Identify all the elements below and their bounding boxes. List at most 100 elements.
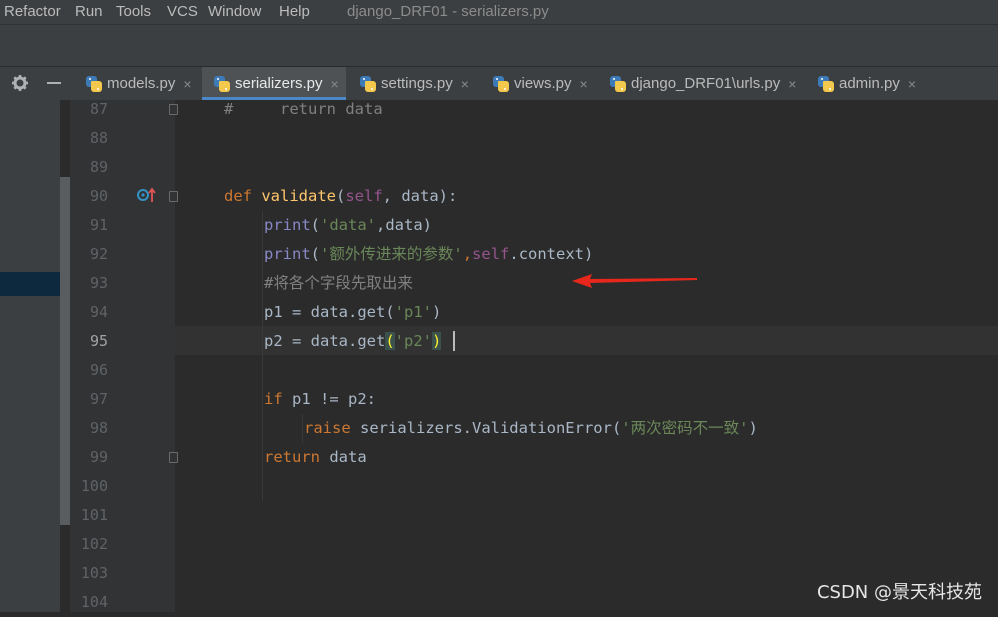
line-number-current: 95	[89, 332, 108, 350]
tab-label: django_DRF01\urls.py	[631, 75, 781, 92]
close-icon[interactable]: ×	[461, 76, 469, 92]
code-text: ,data)	[376, 216, 433, 234]
keyword-token: if	[264, 390, 283, 408]
code-text: data	[320, 448, 367, 466]
self-token: self	[472, 245, 510, 263]
line-number: 101	[80, 506, 108, 524]
string-token: 'data'	[320, 216, 377, 234]
gear-icon[interactable]	[9, 72, 31, 94]
line-number: 103	[80, 564, 108, 582]
python-file-icon	[86, 75, 102, 92]
comment-token: #将各个字段先取出来	[264, 274, 413, 292]
tab-urls[interactable]: django_DRF01\urls.py ×	[610, 67, 806, 100]
code-line-94[interactable]: p1 = data.get('p1')	[264, 298, 441, 327]
code-line-90[interactable]: def validate(self, data):	[224, 182, 457, 211]
string-token: '额外传进来的参数'	[320, 245, 463, 263]
code-line-97[interactable]: if p1 != p2:	[264, 385, 376, 414]
toolbar	[0, 24, 998, 66]
tab-admin[interactable]: admin.py ×	[818, 67, 936, 100]
line-number: 87	[89, 100, 108, 118]
code-text: p2 = data.get	[264, 332, 386, 350]
comment-token: return data	[233, 100, 383, 118]
paren-token: (	[310, 216, 321, 234]
line-number: 88	[89, 129, 108, 147]
line-number: 104	[80, 593, 108, 611]
line-number: 90	[89, 187, 108, 205]
string-token: 'p1'	[394, 303, 432, 321]
minimize-icon[interactable]	[43, 72, 65, 94]
line-number: 100	[80, 477, 108, 495]
keyword-token: def	[224, 187, 252, 205]
line-number: 97	[89, 390, 108, 408]
code-line-93[interactable]: #将各个字段先取出来	[264, 269, 413, 298]
code-text: , data):	[382, 187, 458, 205]
code-text: serializers.ValidationError(	[350, 419, 622, 437]
indent-guide	[302, 414, 303, 443]
scrollbar[interactable]	[60, 177, 70, 525]
tab-label: serializers.py	[235, 75, 323, 92]
python-file-icon	[493, 75, 509, 92]
close-icon[interactable]: ×	[788, 76, 796, 92]
close-icon[interactable]: ×	[183, 76, 191, 92]
keyword-token: return	[264, 448, 320, 466]
builtin-token: print	[264, 216, 311, 234]
close-icon[interactable]: ×	[908, 76, 916, 92]
code-text: )	[431, 303, 442, 321]
line-number: 89	[89, 158, 108, 176]
comment-token: #	[224, 100, 234, 118]
matched-bracket: )	[432, 332, 442, 350]
python-file-icon	[610, 75, 626, 92]
line-number: 92	[89, 245, 108, 263]
fold-icon[interactable]	[169, 191, 178, 202]
line-number: 102	[80, 535, 108, 553]
annotation-arrow-icon	[572, 274, 697, 288]
python-file-icon	[214, 75, 230, 92]
text-cursor	[453, 331, 455, 351]
code-line-98[interactable]: raise serializers.ValidationError('两次密码不…	[304, 414, 758, 443]
close-icon[interactable]: ×	[580, 76, 588, 92]
code-line-92[interactable]: print('额外传进来的参数',self.context)	[264, 240, 593, 269]
self-token: self	[345, 187, 383, 205]
tab-label: admin.py	[839, 75, 900, 92]
comma-token: ,	[462, 245, 473, 263]
keyword-token: raise	[304, 419, 351, 437]
line-number: 99	[89, 448, 108, 466]
menu-vcs[interactable]: VCS	[167, 3, 198, 20]
string-token: '两次密码不一致'	[621, 419, 749, 437]
code-text: p1 = data.get(	[264, 303, 395, 321]
menu-tools[interactable]: Tools	[116, 3, 151, 20]
builtin-token: print	[264, 245, 311, 263]
tab-label: models.py	[107, 75, 176, 92]
python-file-icon	[360, 75, 376, 92]
line-number: 93	[89, 274, 108, 292]
code-line-91[interactable]: print('data',data)	[264, 211, 432, 240]
line-number: 94	[89, 303, 108, 321]
indent-guide	[262, 211, 263, 501]
window-title: django_DRF01 - serializers.py	[347, 3, 549, 20]
editor-tab-bar: models.py × serializers.py × settings.py…	[0, 66, 998, 100]
code-line-95[interactable]: p2 = data.get('p2')	[264, 327, 442, 356]
code-line-99[interactable]: return data	[264, 443, 367, 472]
menu-window[interactable]: Window	[208, 3, 261, 20]
code-text: .context)	[509, 245, 594, 263]
line-number: 98	[89, 419, 108, 437]
paren-token: (	[336, 187, 346, 205]
override-method-icon[interactable]	[137, 187, 159, 203]
fold-end-icon[interactable]	[169, 104, 178, 115]
menu-help[interactable]: Help	[279, 3, 310, 20]
tab-label: views.py	[514, 75, 572, 92]
code-text: p1 != p2:	[282, 390, 376, 408]
function-name-token: validate	[261, 187, 336, 205]
code-line-87[interactable]: # return data	[224, 95, 383, 124]
fold-end-icon[interactable]	[169, 452, 178, 463]
menu-refactor[interactable]: Refactor	[4, 3, 61, 20]
project-panel-edge	[0, 100, 70, 612]
menu-bar: Refactor Run Tools VCS Window Help djang…	[0, 0, 998, 24]
line-number: 96	[89, 361, 108, 379]
python-file-icon	[818, 75, 834, 92]
paren-token: (	[310, 245, 321, 263]
watermark: CSDN @景天科技苑	[816, 582, 982, 603]
tab-views[interactable]: views.py ×	[493, 67, 601, 100]
menu-run[interactable]: Run	[75, 3, 103, 20]
close-icon[interactable]: ×	[331, 76, 339, 92]
